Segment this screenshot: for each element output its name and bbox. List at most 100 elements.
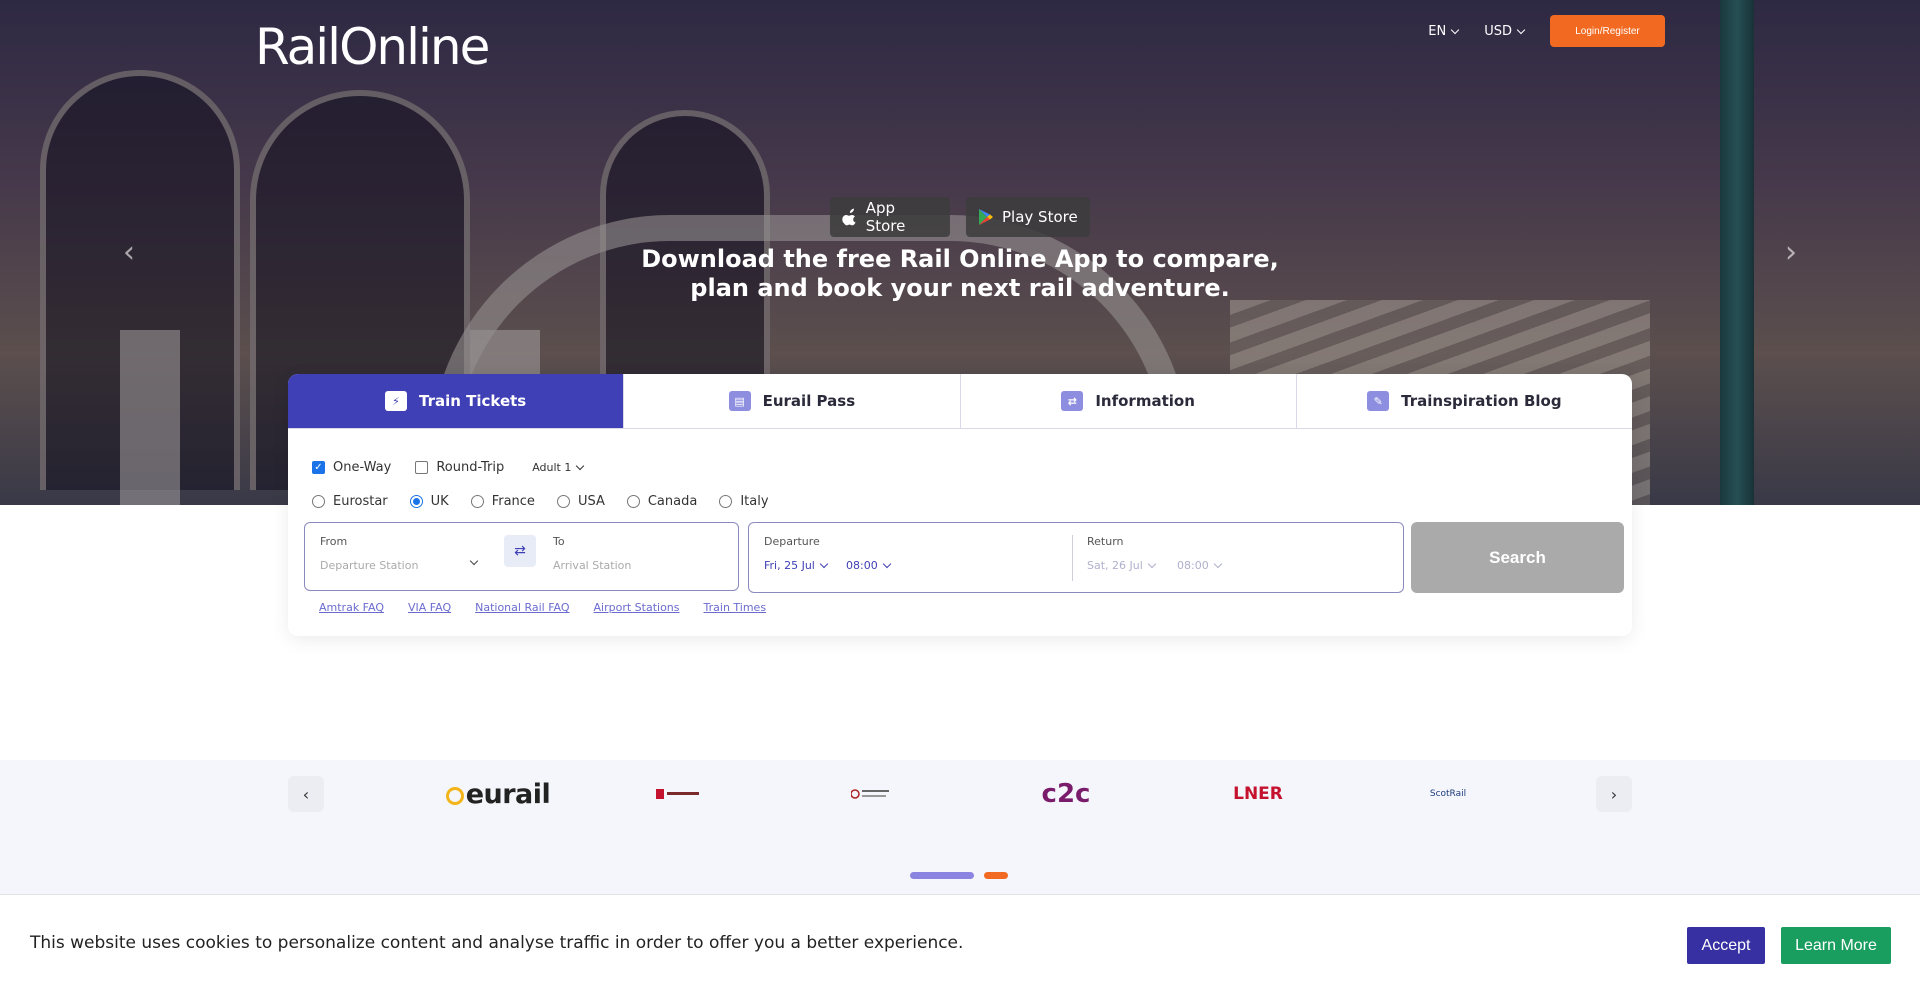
- region-radio-italy[interactable]: Italy: [719, 494, 769, 509]
- trip-type-row: ✓ One-Way Round-Trip Adult 1: [312, 460, 585, 475]
- return-date-select[interactable]: Sat, 26 Jul: [1087, 559, 1157, 572]
- one-way-label: One-Way: [333, 460, 392, 475]
- link-via-faq[interactable]: VIA FAQ: [408, 601, 451, 614]
- railonline-logo[interactable]: RailOnline: [255, 18, 490, 76]
- return-time-select[interactable]: 08:00: [1177, 559, 1222, 572]
- departure-time-value: 08:00: [846, 559, 878, 572]
- lner-logo-text: LNER: [1233, 784, 1283, 804]
- cookie-learn-more-button[interactable]: Learn More: [1781, 927, 1891, 964]
- region-label: Eurostar: [333, 494, 388, 509]
- app-store-label: App Store: [865, 199, 906, 235]
- information-icon: ⇄: [1061, 391, 1084, 411]
- link-airport-stations[interactable]: Airport Stations: [594, 601, 680, 614]
- hero-heading-line1: Download the free Rail Online App to com…: [641, 245, 1279, 273]
- tab-label: Eurail Pass: [762, 392, 856, 410]
- radio-icon: [312, 495, 325, 508]
- cookie-message: This website uses cookies to personalize…: [30, 933, 964, 953]
- region-row: Eurostar UK France USA Canada Italy: [312, 494, 769, 509]
- c2c-logo[interactable]: c2c: [1026, 776, 1106, 812]
- region-radio-usa[interactable]: USA: [556, 494, 605, 509]
- swap-arrows-icon: ⇄: [514, 543, 526, 559]
- tab-label: Train Tickets: [418, 392, 527, 410]
- rail-operator-logo-icon: [656, 789, 699, 799]
- swap-stations-button[interactable]: ⇄: [504, 535, 536, 567]
- currency-selector[interactable]: USD: [1484, 23, 1526, 39]
- departure-date-value: Fri, 25 Jul: [764, 559, 815, 572]
- round-trip-checkbox[interactable]: Round-Trip: [415, 460, 504, 475]
- pass-card-icon: ▤: [728, 391, 751, 411]
- chevron-down-icon: [882, 559, 891, 569]
- login-register-button[interactable]: Login/Register: [1550, 15, 1665, 47]
- quick-links: Amtrak FAQ VIA FAQ National Rail FAQ Air…: [319, 601, 766, 614]
- region-radio-eurostar[interactable]: Eurostar: [312, 494, 388, 509]
- region-radio-france[interactable]: France: [470, 494, 535, 509]
- to-station-input[interactable]: Arrival Station: [553, 559, 631, 572]
- region-radio-canada[interactable]: Canada: [626, 494, 698, 509]
- pagination-dot-active[interactable]: [910, 872, 974, 879]
- top-nav: EN USD Login/Register: [1428, 15, 1665, 47]
- chevron-down-icon: [1213, 559, 1222, 569]
- scotrail-logo-text: ScotRail: [1429, 789, 1467, 799]
- tab-trainspiration-blog[interactable]: ✎ Trainspiration Blog: [1297, 374, 1632, 428]
- eurail-logo-text: eurail: [465, 778, 551, 810]
- app-store-button[interactable]: App Store: [830, 197, 950, 237]
- region-label: UK: [430, 494, 449, 509]
- chevron-down-icon: [576, 461, 585, 471]
- departure-date-select[interactable]: Fri, 25 Jul: [764, 559, 829, 572]
- region-label: Canada: [647, 494, 698, 509]
- partner-logo-crest[interactable]: [841, 776, 901, 812]
- hero-heading: Download the free Rail Online App to com…: [0, 245, 1920, 303]
- rail-crest-logo-icon: [851, 789, 889, 799]
- tab-label: Trainspiration Blog: [1401, 392, 1562, 410]
- lner-logo[interactable]: LNER: [1218, 776, 1298, 812]
- scotrail-logo[interactable]: ScotRail: [1408, 776, 1488, 812]
- tab-information[interactable]: ⇄ Information: [961, 374, 1297, 428]
- blog-icon: ✎: [1367, 391, 1390, 411]
- region-label: France: [491, 494, 535, 509]
- to-label: To: [553, 535, 565, 548]
- radio-icon: [470, 495, 484, 508]
- play-store-icon: [979, 209, 993, 225]
- radio-icon: [556, 495, 570, 508]
- ticket-icon: ⚡: [384, 391, 407, 411]
- booking-tabs: ⚡ Train Tickets ▤ Eurail Pass ⇄ Informat…: [288, 374, 1632, 429]
- eurail-logo[interactable]: eurail: [428, 776, 568, 812]
- chevron-down-icon: [1516, 25, 1526, 34]
- app-store-buttons: App Store Play Store: [0, 197, 1920, 237]
- partners-prev-button[interactable]: ‹: [288, 776, 324, 812]
- partner-logo-red[interactable]: [648, 776, 708, 812]
- hero-heading-line2: plan and book your next rail adventure.: [690, 274, 1230, 302]
- link-amtrak-faq[interactable]: Amtrak FAQ: [319, 601, 384, 614]
- currency-value: USD: [1484, 23, 1512, 39]
- radio-icon: [626, 495, 640, 508]
- partners-next-button[interactable]: ›: [1596, 776, 1632, 812]
- link-train-times[interactable]: Train Times: [704, 601, 767, 614]
- return-label: Return: [1087, 535, 1124, 548]
- carousel-pagination: [910, 872, 1008, 879]
- pagination-dot[interactable]: [984, 872, 1008, 879]
- checkbox-checked-icon: ✓: [312, 461, 325, 474]
- play-store-button[interactable]: Play Store: [966, 197, 1090, 237]
- return-time-value: 08:00: [1177, 559, 1209, 572]
- booking-card: ⚡ Train Tickets ▤ Eurail Pass ⇄ Informat…: [288, 374, 1632, 636]
- one-way-checkbox[interactable]: ✓ One-Way: [312, 460, 391, 475]
- chevron-down-icon: [1450, 25, 1460, 34]
- partner-logos-carousel: ‹ eurail c2c LNER ScotRail ›: [288, 776, 1632, 812]
- language-selector[interactable]: EN: [1428, 24, 1460, 39]
- region-label: Italy: [740, 494, 769, 509]
- date-fields: Departure Fri, 25 Jul 08:00 Return Sat, …: [748, 522, 1404, 593]
- search-button[interactable]: Search: [1411, 522, 1624, 593]
- chevron-down-icon: [469, 556, 479, 566]
- departure-time-select[interactable]: 08:00: [846, 559, 891, 572]
- link-national-rail-faq[interactable]: National Rail FAQ: [475, 601, 569, 614]
- radio-icon: [719, 495, 733, 508]
- apple-icon: [842, 208, 857, 226]
- eurail-dot-icon: [445, 786, 464, 805]
- passenger-selector[interactable]: Adult 1: [532, 461, 585, 474]
- cookie-accept-button[interactable]: Accept: [1687, 927, 1765, 964]
- tab-train-tickets[interactable]: ⚡ Train Tickets: [288, 374, 625, 428]
- region-radio-uk[interactable]: UK: [409, 494, 449, 509]
- radio-selected-icon: [409, 495, 423, 508]
- tab-eurail-pass[interactable]: ▤ Eurail Pass: [624, 374, 961, 428]
- from-station-input[interactable]: Departure Station: [320, 559, 418, 572]
